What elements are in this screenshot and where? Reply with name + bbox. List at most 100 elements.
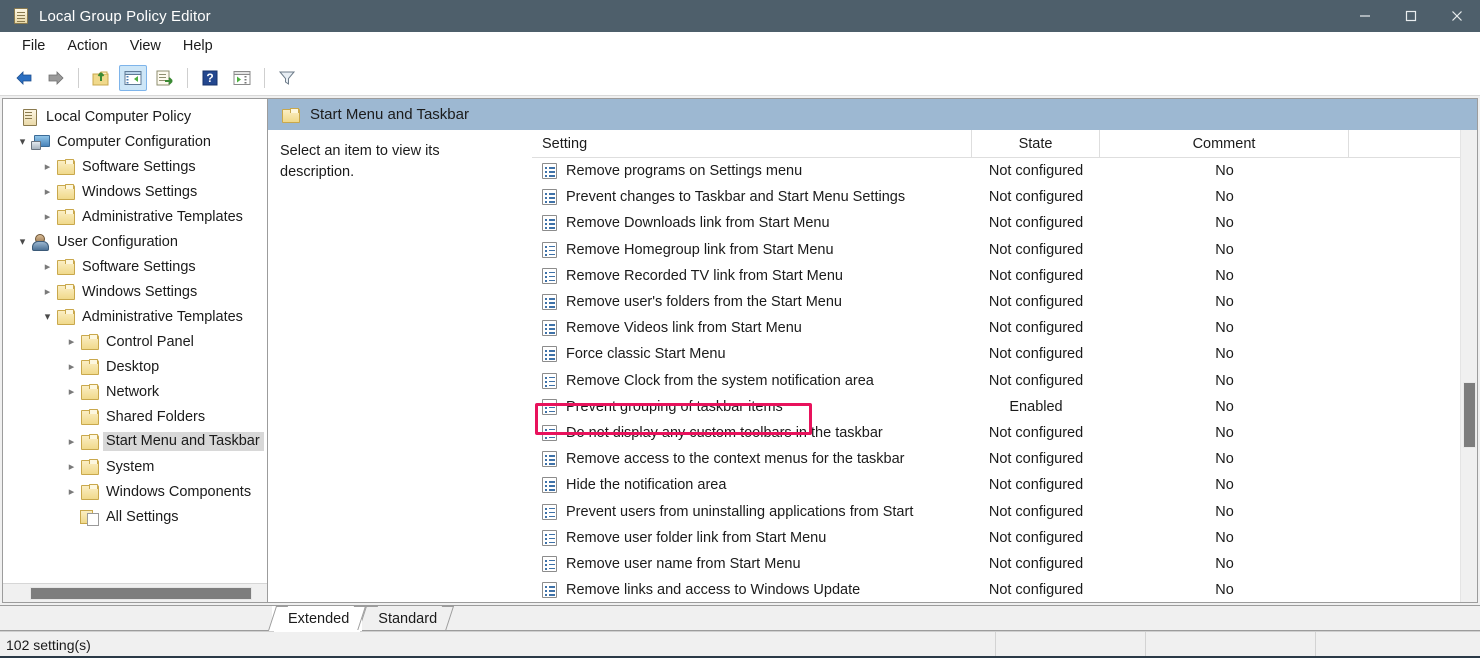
table-row[interactable]: Remove programs on Settings menu Not con… [532, 158, 1460, 184]
chevron-right-icon[interactable]: ▸ [39, 210, 56, 223]
chevron-right-icon[interactable]: ▸ [39, 160, 56, 173]
table-row[interactable]: Remove Videos link from Start Menu Not c… [532, 315, 1460, 341]
cell-state: Not configured [988, 320, 1084, 337]
setting-name: Prevent grouping of taskbar items [566, 398, 783, 415]
policy-setting-icon [542, 477, 557, 494]
menu-help[interactable]: Help [172, 35, 224, 57]
local-group-policy-editor-window: Local Group Policy Editor File Action Vi… [0, 0, 1480, 658]
chevron-down-icon[interactable]: ▾ [14, 235, 31, 248]
tree-item-start-menu-and-taskbar[interactable]: ▸ Start Menu and Taskbar [3, 429, 267, 454]
cell-comment: No [1215, 215, 1234, 232]
cell-state: Not configured [988, 346, 1084, 363]
menu-file[interactable]: File [11, 35, 56, 57]
table-row[interactable]: Remove Homegroup link from Start Menu No… [532, 237, 1460, 263]
table-row[interactable]: Remove access to the context menus for t… [532, 446, 1460, 472]
cell-setting: Remove user folder link from Start Menu [532, 529, 972, 546]
cell-comment: No [1215, 477, 1234, 494]
table-row[interactable]: Remove Recorded TV link from Start Menu … [532, 263, 1460, 289]
chevron-right-icon[interactable]: ▸ [63, 360, 80, 373]
minimize-icon[interactable] [1342, 0, 1388, 32]
chevron-right-icon[interactable]: ▸ [63, 435, 80, 448]
setting-name: Remove links and access to Windows Updat… [566, 582, 861, 599]
menu-view[interactable]: View [119, 35, 172, 57]
close-icon[interactable] [1434, 0, 1480, 32]
setting-name: Remove Clock from the system notificatio… [566, 372, 874, 389]
tree-item-label: Shared Folders [106, 408, 206, 425]
chevron-right-icon[interactable]: ▸ [39, 185, 56, 198]
forward-icon[interactable] [42, 65, 70, 91]
table-row[interactable]: Prevent changes to Taskbar and Start Men… [532, 184, 1460, 210]
tree-item-uc-software-settings[interactable]: ▸ Software Settings [3, 254, 267, 279]
export-list-icon[interactable] [151, 65, 179, 91]
folder-icon [80, 383, 99, 400]
table-row[interactable]: Remove user folder link from Start Menu … [532, 525, 1460, 551]
table-row[interactable]: Force classic Start Menu Not configured … [532, 341, 1460, 367]
setting-name: Remove Videos link from Start Menu [566, 320, 802, 337]
tree-item-cc-software-settings[interactable]: ▸ Software Settings [3, 154, 267, 179]
status-segment-1 [995, 631, 1145, 658]
cell-setting: Remove Videos link from Start Menu [532, 320, 972, 337]
table-row[interactable]: Do not display any custom toolbars in th… [532, 420, 1460, 446]
tree-item-user-configuration[interactable]: ▾ User Configuration [3, 229, 267, 254]
chevron-right-icon[interactable]: ▸ [63, 485, 80, 498]
cell-setting: Prevent grouping of taskbar items [532, 398, 972, 415]
tree-item-system[interactable]: ▸ System [3, 454, 267, 479]
chevron-right-icon[interactable]: ▸ [63, 460, 80, 473]
tree-item-desktop[interactable]: ▸ Desktop [3, 354, 267, 379]
tree-item-label: Administrative Templates [82, 208, 243, 225]
tree-horizontal-scrollbar[interactable] [3, 583, 267, 602]
column-header-setting[interactable]: Setting [532, 130, 972, 158]
policy-setting-icon [542, 189, 557, 206]
tree-item-cc-administrative-templates[interactable]: ▸ Administrative Templates [3, 204, 267, 229]
cell-state: Not configured [988, 477, 1084, 494]
chevron-right-icon[interactable]: ▸ [39, 285, 56, 298]
chevron-right-icon[interactable]: ▸ [63, 335, 80, 348]
tab-standard[interactable]: Standard [358, 606, 455, 631]
results-panel: Start Menu and Taskbar Select an item to… [268, 98, 1478, 603]
cell-state: Not configured [988, 163, 1084, 180]
help-icon[interactable]: ? [196, 65, 224, 91]
chevron-right-icon[interactable]: ▸ [39, 260, 56, 273]
table-row[interactable]: Remove Clock from the system notificatio… [532, 368, 1460, 394]
tree-item-all-settings[interactable]: All Settings [3, 504, 267, 529]
show-action-pane-icon[interactable] [228, 65, 256, 91]
policy-setting-icon [542, 163, 557, 180]
menu-action[interactable]: Action [56, 35, 118, 57]
table-row[interactable]: Remove links and access to Windows Updat… [532, 577, 1460, 602]
table-row-highlighted[interactable]: Prevent grouping of taskbar items Enable… [532, 394, 1460, 420]
tab-extended[interactable]: Extended [267, 606, 367, 632]
settings-vertical-scrollbar[interactable] [1460, 130, 1477, 602]
tree-item-cc-windows-settings[interactable]: ▸ Windows Settings [3, 179, 267, 204]
cell-comment: No [1215, 346, 1234, 363]
chevron-right-icon[interactable]: ▸ [63, 385, 80, 398]
tree-scrollbar-thumb[interactable] [30, 586, 252, 600]
settings-rows-viewport: Remove programs on Settings menu Not con… [532, 158, 1460, 602]
table-row[interactable]: Remove user's folders from the Start Men… [532, 289, 1460, 315]
column-header-state[interactable]: State [972, 130, 1100, 158]
table-row[interactable]: Remove user name from Start Menu Not con… [532, 551, 1460, 577]
cell-state: Not configured [988, 189, 1084, 206]
tree-item-local-computer-policy[interactable]: Local Computer Policy [3, 104, 267, 129]
tree-item-network[interactable]: ▸ Network [3, 379, 267, 404]
chevron-down-icon[interactable]: ▾ [14, 135, 31, 148]
back-icon[interactable] [10, 65, 38, 91]
table-row[interactable]: Hide the notification area Not configure… [532, 472, 1460, 498]
table-row[interactable]: Remove Downloads link from Start Menu No… [532, 210, 1460, 236]
tree-item-uc-administrative-templates[interactable]: ▾ Administrative Templates [3, 304, 267, 329]
toolbar: ? [0, 60, 1480, 96]
show-hide-console-tree-icon[interactable] [119, 64, 147, 91]
tree-item-label: Desktop [106, 358, 160, 375]
chevron-down-icon[interactable]: ▾ [39, 310, 56, 323]
filter-icon[interactable] [273, 65, 301, 91]
tree-item-control-panel[interactable]: ▸ Control Panel [3, 329, 267, 354]
tree-item-uc-windows-settings[interactable]: ▸ Windows Settings [3, 279, 267, 304]
tab-standard-label: Standard [378, 610, 438, 627]
column-header-comment[interactable]: Comment [1100, 130, 1349, 158]
tree-item-shared-folders[interactable]: Shared Folders [3, 404, 267, 429]
tree-item-computer-configuration[interactable]: ▾ Computer Configuration [3, 129, 267, 154]
maximize-icon[interactable] [1388, 0, 1434, 32]
table-row[interactable]: Prevent users from uninstalling applicat… [532, 498, 1460, 524]
tree-item-windows-components[interactable]: ▸ Windows Components [3, 479, 267, 504]
up-folder-icon[interactable] [87, 65, 115, 91]
scrollbar-thumb[interactable] [1463, 382, 1476, 448]
